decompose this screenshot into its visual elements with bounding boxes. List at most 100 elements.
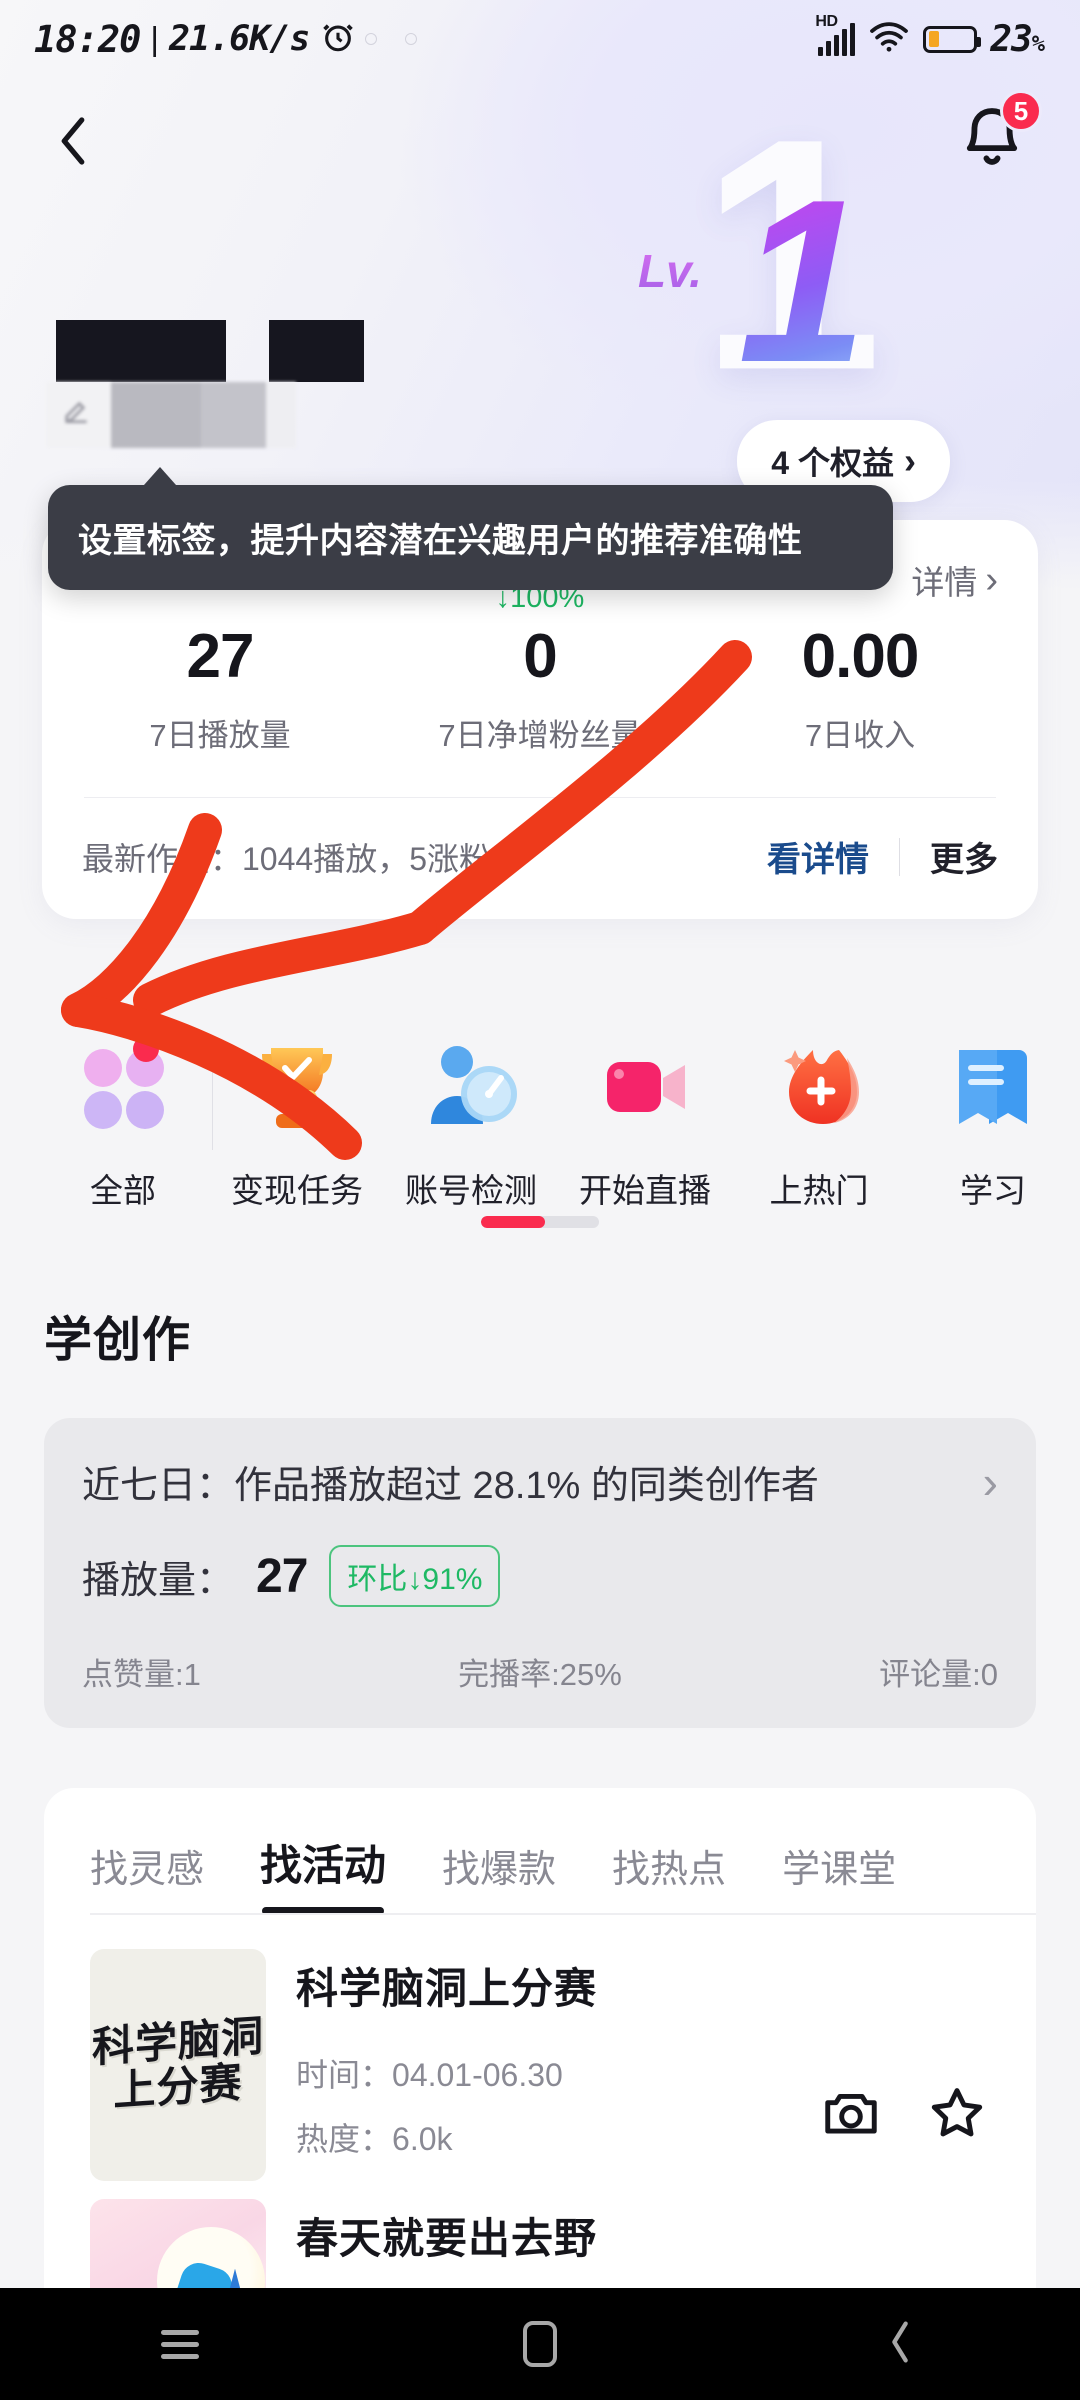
stats-detail-link[interactable]: 详情 › <box>911 556 998 604</box>
quick-action-label: 变现任务 <box>231 1172 363 1209</box>
discover-tabs: 找灵感 找活动 找爆款 找热点 学课堂 <box>44 1788 1036 1915</box>
stat-value: 0.00 <box>801 622 920 691</box>
activity-title: 春天就要出去野 <box>296 2215 598 2262</box>
home-button[interactable] <box>480 2299 600 2389</box>
battery-percent: 23% <box>990 18 1045 60</box>
trophy-icon <box>243 1032 351 1140</box>
latest-work-text: 最新作品：1044播放，5涨粉 <box>82 840 491 877</box>
stat-label: 7日播放量 <box>149 718 291 753</box>
latest-work-actions: 看详情 更多 <box>767 832 998 881</box>
grid-dots-icon <box>69 1032 177 1140</box>
flame-plus-icon <box>765 1032 873 1140</box>
stat-value: 0 <box>523 622 557 691</box>
latest-work-row: 最新作品：1044播放，5涨粉 看详情 更多 <box>42 798 1038 919</box>
cellular-signal-icon: HD <box>815 13 856 56</box>
stat-cell[interactable]: ↓100% 0 7日净增粉丝量 <box>380 582 700 755</box>
list-item[interactable]: 科学脑洞 上分赛 科学脑洞上分赛 时间：04.01-06.30 热度：6.0k <box>44 1915 1036 2181</box>
battery-icon <box>923 25 982 53</box>
quick-action-label: 上热门 <box>769 1172 869 1209</box>
alarm-clock-icon <box>321 20 355 59</box>
hd-label: HD <box>815 13 838 30</box>
network-speed: 21.6K/s <box>168 19 311 59</box>
tab-inspiration[interactable]: 找灵感 <box>90 1838 204 1915</box>
system-navigation-bar <box>0 2288 1080 2400</box>
tab-courses[interactable]: 学课堂 <box>782 1838 896 1915</box>
metric-completion: 完播率:25% <box>458 1657 622 1692</box>
activity-actions <box>820 1949 1036 2181</box>
status-bar-right: HD 23% <box>815 13 1045 60</box>
redaction-bar-2 <box>269 320 364 382</box>
book-icon <box>939 1032 1047 1140</box>
activity-heat: 热度：6.0k <box>296 2121 453 2157</box>
video-camera-icon <box>591 1032 699 1140</box>
menu-icon <box>161 2323 199 2366</box>
tab-hits[interactable]: 找爆款 <box>442 1838 556 1915</box>
tab-activities[interactable]: 找活动 <box>260 1832 386 1915</box>
quick-action-monetize[interactable]: 变现任务 <box>210 1020 384 1250</box>
data-panel-headline: 近七日：作品播放超过 28.1% 的同类创作者 <box>82 1465 819 1507</box>
star-outline-icon[interactable] <box>926 2082 988 2144</box>
stat-label: 7日收入 <box>804 718 916 753</box>
app-screen: 18:20 | 21.6K/s HD 23% 1 5 4 个权益 › 详情 › … <box>0 0 1080 2400</box>
quick-action-label: 学习 <box>960 1172 1026 1209</box>
data-panel-header: 近七日：作品播放超过 28.1% 的同类创作者 › <box>82 1454 998 1509</box>
quick-action-label: 全部 <box>90 1172 156 1209</box>
stat-cell[interactable]: 0.00 7日收入 <box>700 626 1020 755</box>
quick-action-all[interactable]: 全部 <box>36 1020 210 1250</box>
nickname-blurred <box>46 382 296 448</box>
tab-hotspots[interactable]: 找热点 <box>612 1838 726 1915</box>
stats-row: 27 7日播放量 ↓100% 0 7日净增粉丝量 0.00 7日收入 <box>42 582 1038 755</box>
new-badge-dot <box>133 1036 159 1062</box>
redaction-bar-1 <box>56 320 226 382</box>
home-icon <box>523 2321 557 2367</box>
back-button[interactable] <box>38 108 108 178</box>
pager-indicator <box>481 1216 545 1228</box>
play-count-label: 播放量： <box>82 1559 235 1602</box>
data-panel-metrics: 点赞量:1 完播率:25% 评论量:0 <box>82 1649 998 1694</box>
tag-tooltip[interactable]: 设置标签，提升内容潜在兴趣用户的推荐准确性 <box>48 467 893 590</box>
stats-detail-label: 详情 <box>911 564 978 601</box>
creator-data-panel[interactable]: 近七日：作品播放超过 28.1% 的同类创作者 › 播放量： 27 环比↓91%… <box>44 1418 1036 1728</box>
status-bar: 18:20 | 21.6K/s HD 23% <box>0 0 1080 78</box>
status-divider: | <box>150 20 159 57</box>
chevron-right-icon[interactable]: › <box>983 1455 998 1509</box>
quick-action-label: 账号检测 <box>405 1172 537 1209</box>
status-bar-left: 18:20 | 21.6K/s <box>34 17 418 61</box>
see-detail-button[interactable]: 看详情 <box>767 832 869 881</box>
back-icon <box>883 2316 917 2373</box>
activity-body: 科学脑洞上分赛 时间：04.01-06.30 热度：6.0k <box>296 1949 820 2181</box>
back-chevron-icon <box>51 113 95 174</box>
stat-cell[interactable]: 27 7日播放量 <box>60 626 380 755</box>
notification-badge: 5 <box>1000 90 1042 132</box>
ghost-icon-1 <box>365 33 378 45</box>
action-divider <box>899 837 900 876</box>
metric-comments: 评论量:0 <box>879 1657 998 1692</box>
thumbnail-text: 科学脑洞 上分赛 <box>91 2012 264 2115</box>
camera-icon[interactable] <box>820 2082 882 2144</box>
stat-value: 27 <box>186 622 255 691</box>
data-panel-play-row: 播放量： 27 环比↓91% <box>82 1545 998 1607</box>
quick-action-label: 开始直播 <box>579 1172 711 1209</box>
account-check-icon <box>417 1032 525 1140</box>
activity-thumbnail: 科学脑洞 上分赛 <box>90 1949 266 2181</box>
activity-time: 时间：04.01-06.30 <box>296 2057 563 2093</box>
system-back-button[interactable] <box>840 2299 960 2389</box>
wifi-icon <box>868 20 910 59</box>
chevron-right-icon: › <box>904 440 916 481</box>
benefits-label: 4 个权益 <box>771 445 894 481</box>
status-time: 18:20 <box>34 17 141 61</box>
play-count-value: 27 <box>256 1549 308 1603</box>
chevron-right-icon: › <box>985 558 998 601</box>
bell-icon <box>956 108 1028 184</box>
stat-label: 7日净增粉丝量 <box>438 718 642 753</box>
discover-card: 找灵感 找活动 找爆款 找热点 学课堂 科学脑洞 上分赛 科学脑洞上分赛 时间：0… <box>44 1788 1036 2348</box>
recents-button[interactable] <box>120 2299 240 2389</box>
trend-chip: 环比↓91% <box>329 1545 501 1607</box>
page-title: 学创作 <box>44 1314 192 1367</box>
notification-button[interactable]: 5 <box>956 90 1042 184</box>
quick-action-learn[interactable]: 学习 <box>906 1020 1080 1250</box>
quick-action-trending[interactable]: 上热门 <box>732 1020 906 1250</box>
quick-action-pager[interactable] <box>481 1216 599 1228</box>
metric-likes: 点赞量:1 <box>82 1657 201 1692</box>
more-button[interactable]: 更多 <box>930 832 998 881</box>
